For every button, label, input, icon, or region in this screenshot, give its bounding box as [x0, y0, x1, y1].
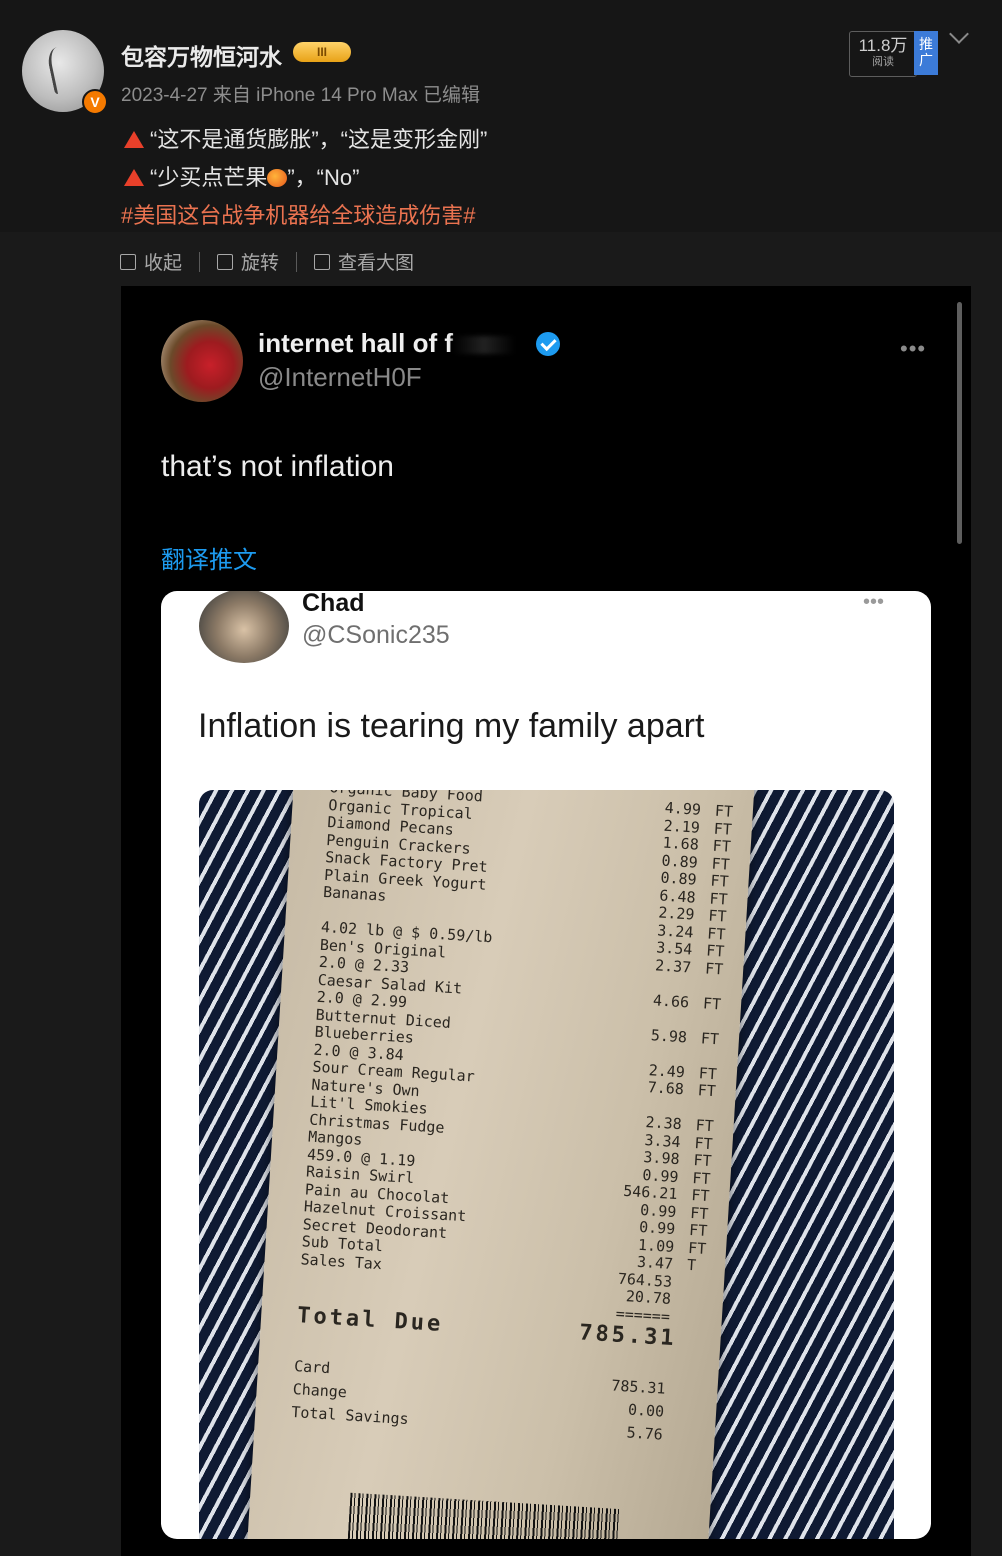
more-options-icon: ••• — [900, 336, 927, 361]
receipt-item-flag: FT — [687, 1238, 707, 1258]
receipt-item-flag: FT — [695, 1116, 715, 1136]
toolbar-divider — [296, 251, 298, 272]
username[interactable]: 包容万物恒河水 — [121, 38, 282, 72]
verified-v-badge: V — [82, 89, 108, 115]
view-large-icon — [314, 253, 331, 270]
post-line-2: “少买点芒果 ”，“No” — [124, 160, 359, 192]
receipt-change-value: 0.00 — [627, 1400, 665, 1421]
receipt-savings-label: Total Savings — [290, 1402, 410, 1429]
collapse-label: 收起 — [144, 253, 183, 274]
read-count-box: 11.8万 阅读 — [849, 31, 917, 77]
level-crown-badge[interactable]: III — [293, 42, 351, 62]
receipt-item-flag: FT — [694, 1133, 714, 1153]
post-meta: 2023-4-27 来自 iPhone 14 Pro Max 已编辑 — [121, 85, 481, 106]
tweet-author-name: internet hall of f — [258, 328, 515, 359]
receipt-change-label: Change — [292, 1379, 348, 1402]
receipt-item-flag: FT — [688, 1220, 708, 1240]
post-text-2a: “少买点芒果 — [150, 165, 268, 190]
quoted-more-options-icon: ••• — [863, 591, 885, 613]
receipt-item-flag: FT — [691, 1168, 712, 1188]
post-text-2b: ”，“No” — [287, 165, 360, 190]
blurred-text — [453, 336, 515, 354]
receipt-item-flag: FT — [697, 1081, 717, 1101]
receipt-item-flag: FT — [689, 1203, 709, 1223]
receipt-paper: Total Due 785.31 Card 785.31 Change 0.00… — [246, 790, 755, 1539]
receipt-item-flag: FT — [711, 854, 731, 874]
post-text-1: “这不是通货膨胀”，“这是变形金刚” — [150, 127, 488, 152]
tweet-avatar — [161, 320, 243, 402]
quoted-avatar — [199, 591, 289, 663]
translate-tweet-link: 翻译推文 — [161, 547, 257, 574]
red-triangle-icon — [124, 131, 144, 148]
rotate-label: 旋转 — [241, 253, 280, 274]
receipt-item-flag: FT — [713, 819, 733, 839]
view-large-label: 查看大图 — [338, 253, 415, 274]
receipt-item-flag: FT — [712, 836, 732, 856]
verified-check-icon — [536, 332, 560, 356]
quoted-tweet-card: Chad @CSonic235 ••• Inflation is tearing… — [161, 591, 931, 1539]
receipt-item-price: ====== — [615, 1304, 671, 1326]
tweet-text: that’s not inflation — [161, 450, 394, 483]
mango-emoji-icon — [267, 169, 288, 187]
receipt-card-value: 785.31 — [610, 1376, 667, 1398]
receipt-photo: Total Due 785.31 Card 785.31 Change 0.00… — [199, 790, 894, 1539]
receipt-item-flag: FT — [707, 906, 728, 926]
receipt-savings-value: 5.76 — [626, 1423, 664, 1444]
receipt-barcode — [347, 1492, 621, 1539]
scrollbar[interactable] — [957, 302, 962, 544]
receipt-item-flag: FT — [698, 1063, 718, 1083]
receipt-item-flag: FT — [700, 1028, 720, 1048]
receipt-item-flag: FT — [710, 871, 730, 891]
receipt-item-flag: FT — [708, 889, 729, 909]
collapse-button[interactable]: 收起 — [120, 248, 182, 275]
receipt-item-flag: FT — [704, 958, 724, 978]
rotate-button[interactable]: 旋转 — [217, 248, 279, 275]
view-large-button[interactable]: 查看大图 — [314, 248, 414, 275]
receipt-item-flag: FT — [705, 941, 725, 961]
toolbar-divider — [199, 251, 201, 272]
red-triangle-icon — [124, 169, 144, 186]
collapse-icon — [120, 253, 136, 270]
tweet-author-name-text: internet hall of f — [258, 328, 453, 358]
tweet-author-handle: @InternetH0F — [258, 362, 422, 392]
receipt-item-flag: FT — [706, 923, 726, 944]
receipt-item-flag: FT — [714, 801, 734, 821]
avatar-figure — [45, 43, 84, 95]
receipt-item-flag: T — [686, 1255, 697, 1275]
quoted-author-name: Chad — [302, 591, 365, 617]
promote-button[interactable]: 推广 — [914, 31, 938, 75]
receipt-card-label: Card — [293, 1357, 331, 1378]
read-count: 11.8万 — [858, 36, 908, 55]
post-line-1: “这不是通货膨胀”，“这是变形金刚” — [124, 122, 487, 154]
receipt-item-flag: FT — [692, 1151, 713, 1171]
hashtag-link[interactable]: #美国这台战争机器给全球造成伤害# — [121, 198, 475, 230]
quoted-tweet-text: Inflation is tearing my family apart — [198, 707, 705, 745]
receipt-item-flag: FT — [702, 993, 722, 1013]
read-label: 阅读 — [872, 56, 894, 68]
quoted-author-handle: @CSonic235 — [302, 621, 450, 649]
image-toolbar: 收起 旋转 查看大图 — [120, 248, 414, 275]
receipt-item-flag: FT — [690, 1185, 710, 1206]
rotate-icon — [217, 253, 234, 270]
